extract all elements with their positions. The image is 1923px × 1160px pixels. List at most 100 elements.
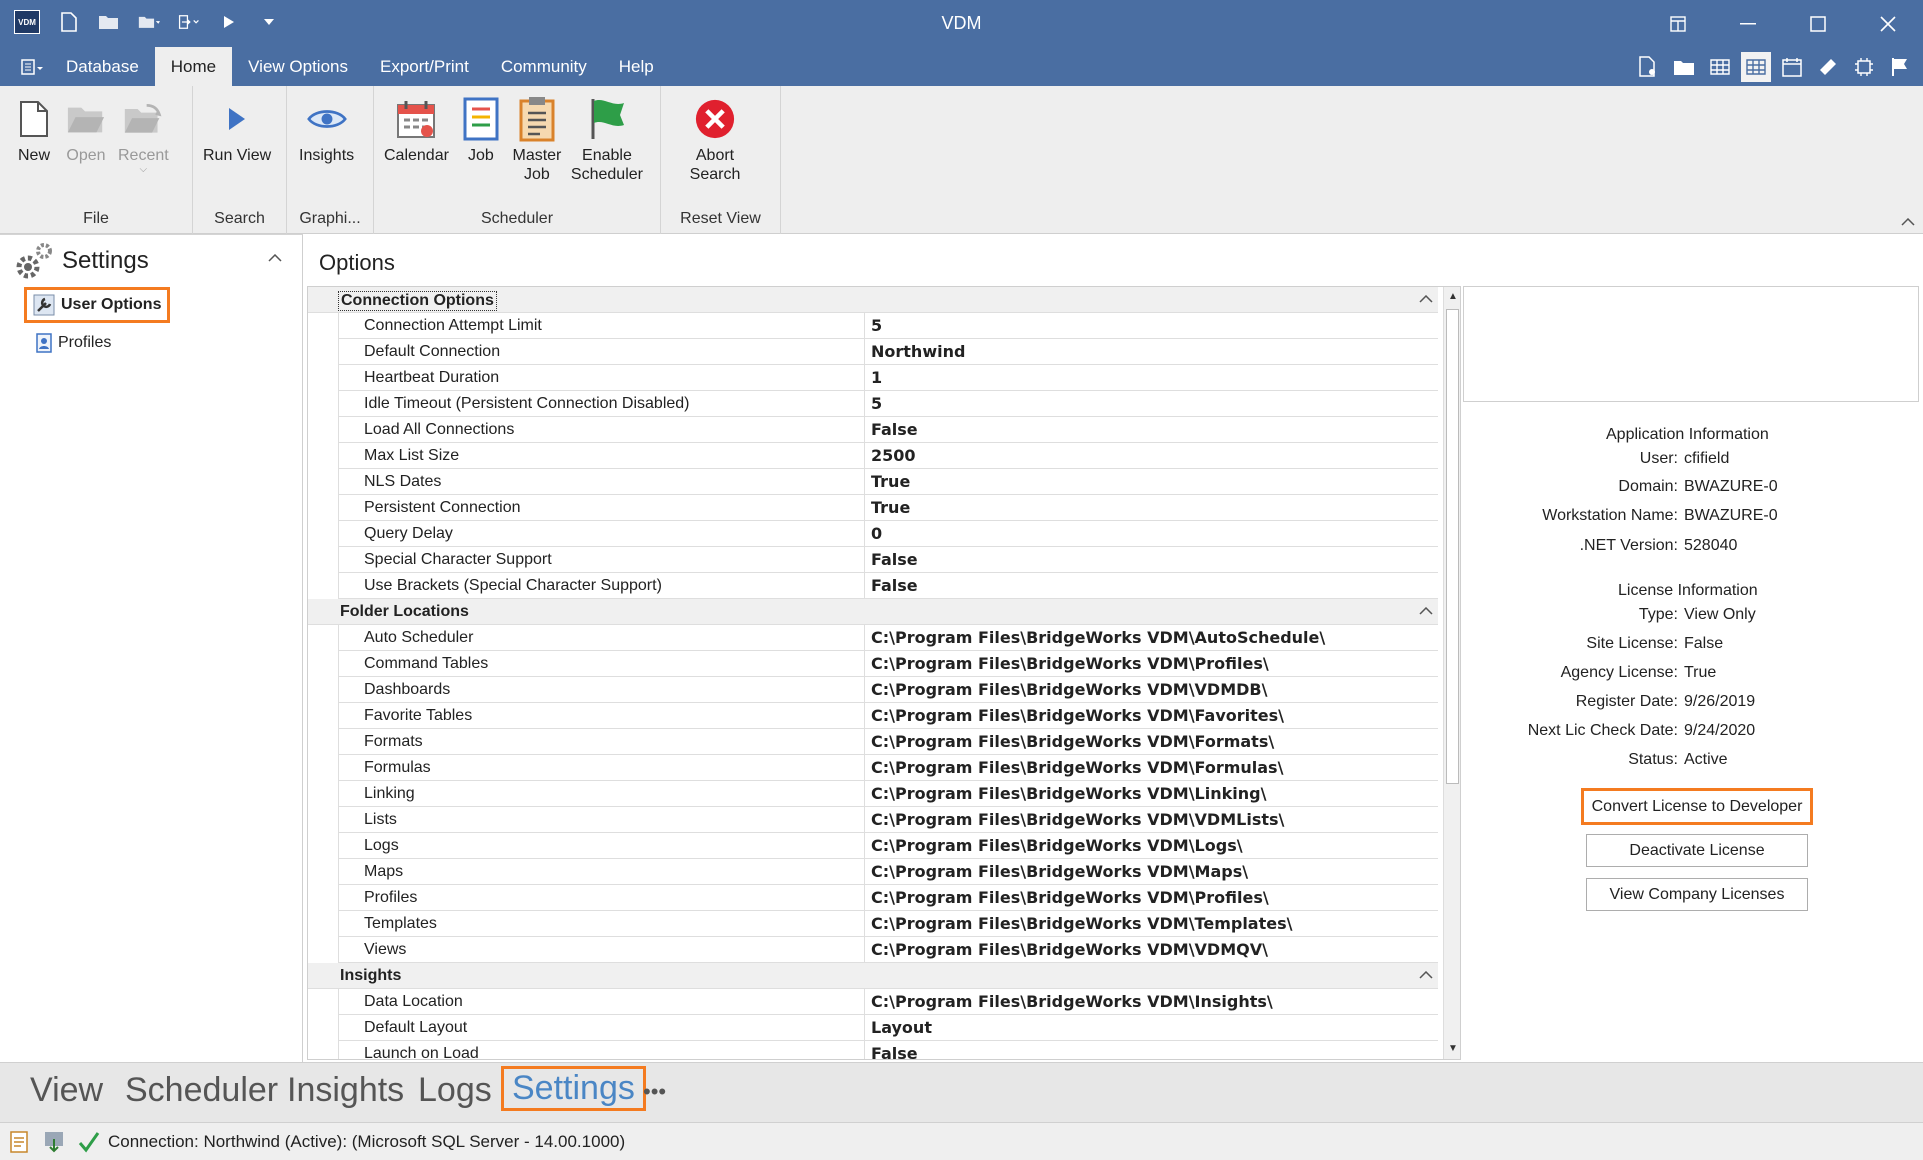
property-value[interactable]: False bbox=[865, 1041, 1438, 1059]
property-value[interactable]: C:\Program Files\BridgeWorks VDM\Logs\ bbox=[865, 833, 1438, 858]
convert-license-button[interactable]: Convert License to Developer bbox=[1581, 788, 1813, 825]
view-company-licenses-button[interactable]: View Company Licenses bbox=[1586, 878, 1808, 911]
calendar-icon[interactable] bbox=[1777, 52, 1807, 82]
property-value[interactable]: 2500 bbox=[865, 443, 1438, 468]
property-row[interactable]: Connection Attempt Limit 5 bbox=[338, 313, 1438, 339]
property-value[interactable]: True bbox=[865, 495, 1438, 520]
tab-database[interactable]: Database bbox=[50, 47, 155, 86]
property-value[interactable]: C:\Program Files\BridgeWorks VDM\Profile… bbox=[865, 885, 1438, 910]
property-value[interactable]: C:\Program Files\BridgeWorks VDM\VDMDB\ bbox=[865, 677, 1438, 702]
tab-help[interactable]: Help bbox=[603, 47, 670, 86]
tab-view-options[interactable]: View Options bbox=[232, 47, 364, 86]
collapse-ribbon-icon[interactable] bbox=[1901, 213, 1917, 226]
app-menu-icon[interactable] bbox=[14, 47, 50, 86]
nav-tab-view[interactable]: View bbox=[30, 1071, 103, 1110]
property-row[interactable]: Default Layout Layout bbox=[338, 1015, 1438, 1041]
abort-search-button[interactable]: Abort Search bbox=[675, 96, 755, 184]
recent-button[interactable]: Recent ⌵ bbox=[112, 96, 175, 175]
property-row[interactable]: Command Tables C:\Program Files\BridgeWor… bbox=[338, 651, 1438, 677]
property-value[interactable]: Layout bbox=[865, 1015, 1438, 1040]
ticket-icon[interactable] bbox=[1813, 52, 1843, 82]
property-row[interactable]: Dashboards C:\Program Files\BridgeWorks V… bbox=[338, 677, 1438, 703]
property-row[interactable]: Heartbeat Duration 1 bbox=[338, 365, 1438, 391]
nav-tab-insights[interactable]: Insights bbox=[287, 1071, 404, 1110]
property-value[interactable]: 1 bbox=[865, 365, 1438, 390]
download-icon[interactable] bbox=[44, 1131, 64, 1153]
enable-scheduler-button[interactable]: Enable Scheduler bbox=[567, 96, 647, 184]
property-value[interactable]: C:\Program Files\BridgeWorks VDM\Profile… bbox=[865, 651, 1438, 676]
category-header[interactable]: Folder Locations bbox=[308, 599, 1438, 625]
property-row[interactable]: Special Character Support False bbox=[338, 547, 1438, 573]
property-row[interactable]: Profiles C:\Program Files\BridgeWorks VDM… bbox=[338, 885, 1438, 911]
property-value[interactable]: C:\Program Files\BridgeWorks VDM\VDMList… bbox=[865, 807, 1438, 832]
master-job-button[interactable]: Master Job bbox=[507, 96, 567, 184]
tab-community[interactable]: Community bbox=[485, 47, 603, 86]
property-value[interactable]: Northwind bbox=[865, 339, 1438, 364]
property-row[interactable]: Launch on Load False bbox=[338, 1041, 1438, 1059]
scroll-up-icon[interactable]: ▲ bbox=[1444, 287, 1460, 307]
close-icon[interactable] bbox=[1853, 0, 1923, 47]
restore-layout-icon[interactable] bbox=[1643, 0, 1713, 47]
property-row[interactable]: Formats C:\Program Files\BridgeWorks VDM\… bbox=[338, 729, 1438, 755]
property-row[interactable]: Linking C:\Program Files\BridgeWorks VDM\… bbox=[338, 781, 1438, 807]
job-button[interactable]: Job bbox=[455, 96, 507, 184]
property-value[interactable]: False bbox=[865, 573, 1438, 598]
insights-button[interactable]: Insights bbox=[293, 96, 360, 165]
property-value[interactable]: C:\Program Files\BridgeWorks VDM\Maps\ bbox=[865, 859, 1438, 884]
category-header[interactable]: Connection Options bbox=[308, 287, 1438, 313]
open-button[interactable]: Open bbox=[60, 96, 112, 175]
collapse-settings-icon[interactable] bbox=[268, 249, 282, 265]
property-value[interactable]: C:\Program Files\BridgeWorks VDM\Linking… bbox=[865, 781, 1438, 806]
document-settings-icon[interactable] bbox=[1633, 52, 1663, 82]
nav-tab-logs[interactable]: Logs bbox=[418, 1071, 492, 1110]
property-value[interactable]: True bbox=[865, 469, 1438, 494]
chevron-up-icon[interactable] bbox=[1419, 290, 1433, 306]
property-row[interactable]: Max List Size 2500 bbox=[338, 443, 1438, 469]
property-row[interactable]: Default Connection Northwind bbox=[338, 339, 1438, 365]
property-row[interactable]: Formulas C:\Program Files\BridgeWorks VDM… bbox=[338, 755, 1438, 781]
property-row[interactable]: Logs C:\Program Files\BridgeWorks VDM\Log… bbox=[338, 833, 1438, 859]
scroll-down-icon[interactable]: ▼ bbox=[1444, 1039, 1460, 1059]
property-value[interactable]: C:\Program Files\BridgeWorks VDM\Insight… bbox=[865, 989, 1438, 1014]
property-value[interactable]: 0 bbox=[865, 521, 1438, 546]
chevron-up-icon[interactable] bbox=[1419, 966, 1433, 982]
property-value[interactable]: C:\Program Files\BridgeWorks VDM\Formats… bbox=[865, 729, 1438, 754]
deactivate-license-button[interactable]: Deactivate License bbox=[1586, 834, 1808, 867]
folder-icon[interactable] bbox=[1669, 52, 1699, 82]
new-button[interactable]: New bbox=[8, 96, 60, 175]
maximize-icon[interactable] bbox=[1783, 0, 1853, 47]
run-view-button[interactable]: Run View bbox=[197, 96, 277, 165]
settings-grid-icon[interactable] bbox=[1741, 52, 1771, 82]
tab-export-print[interactable]: Export/Print bbox=[364, 47, 485, 86]
property-row[interactable]: NLS Dates True bbox=[338, 469, 1438, 495]
calendar-button[interactable]: Calendar bbox=[378, 96, 455, 184]
property-value[interactable]: C:\Program Files\BridgeWorks VDM\Formula… bbox=[865, 755, 1438, 780]
tab-home[interactable]: Home bbox=[154, 47, 233, 86]
property-row[interactable]: Lists C:\Program Files\BridgeWorks VDM\VD… bbox=[338, 807, 1438, 833]
grid-icon[interactable] bbox=[1705, 52, 1735, 82]
property-value[interactable]: C:\Program Files\BridgeWorks VDM\VDMQV\ bbox=[865, 937, 1438, 962]
property-value[interactable]: 5 bbox=[865, 313, 1438, 338]
property-row[interactable]: Idle Timeout (Persistent Connection Disa… bbox=[338, 391, 1438, 417]
property-row[interactable]: Persistent Connection True bbox=[338, 495, 1438, 521]
property-value[interactable]: False bbox=[865, 547, 1438, 572]
vertical-scrollbar[interactable]: ▲ ▼ bbox=[1443, 287, 1460, 1059]
property-row[interactable]: Load All Connections False bbox=[338, 417, 1438, 443]
property-value[interactable]: C:\Program Files\BridgeWorks VDM\Templat… bbox=[865, 911, 1438, 936]
property-value[interactable]: C:\Program Files\BridgeWorks VDM\Favorit… bbox=[865, 703, 1438, 728]
chevron-up-icon[interactable] bbox=[1419, 602, 1433, 618]
property-row[interactable]: Maps C:\Program Files\BridgeWorks VDM\Map… bbox=[338, 859, 1438, 885]
property-row[interactable]: Templates C:\Program Files\BridgeWorks VD… bbox=[338, 911, 1438, 937]
property-row[interactable]: Query Delay 0 bbox=[338, 521, 1438, 547]
more-options-icon[interactable]: ••• bbox=[643, 1079, 666, 1105]
property-value[interactable]: 5 bbox=[865, 391, 1438, 416]
property-value[interactable]: C:\Program Files\BridgeWorks VDM\AutoSch… bbox=[865, 625, 1438, 650]
property-row[interactable]: Data Location C:\Program Files\BridgeWork… bbox=[338, 989, 1438, 1015]
property-row[interactable]: Auto Scheduler C:\Program Files\BridgeWor… bbox=[338, 625, 1438, 651]
property-row[interactable]: Favorite Tables C:\Program Files\BridgeWo… bbox=[338, 703, 1438, 729]
sidebar-item-profiles[interactable]: Profiles bbox=[30, 329, 117, 357]
nav-tab-settings[interactable]: Settings bbox=[501, 1066, 646, 1111]
property-row[interactable]: Views C:\Program Files\BridgeWorks VDM\VD… bbox=[338, 937, 1438, 963]
minimize-icon[interactable] bbox=[1713, 0, 1783, 47]
property-row[interactable]: Use Brackets (Special Character Support)… bbox=[338, 573, 1438, 599]
